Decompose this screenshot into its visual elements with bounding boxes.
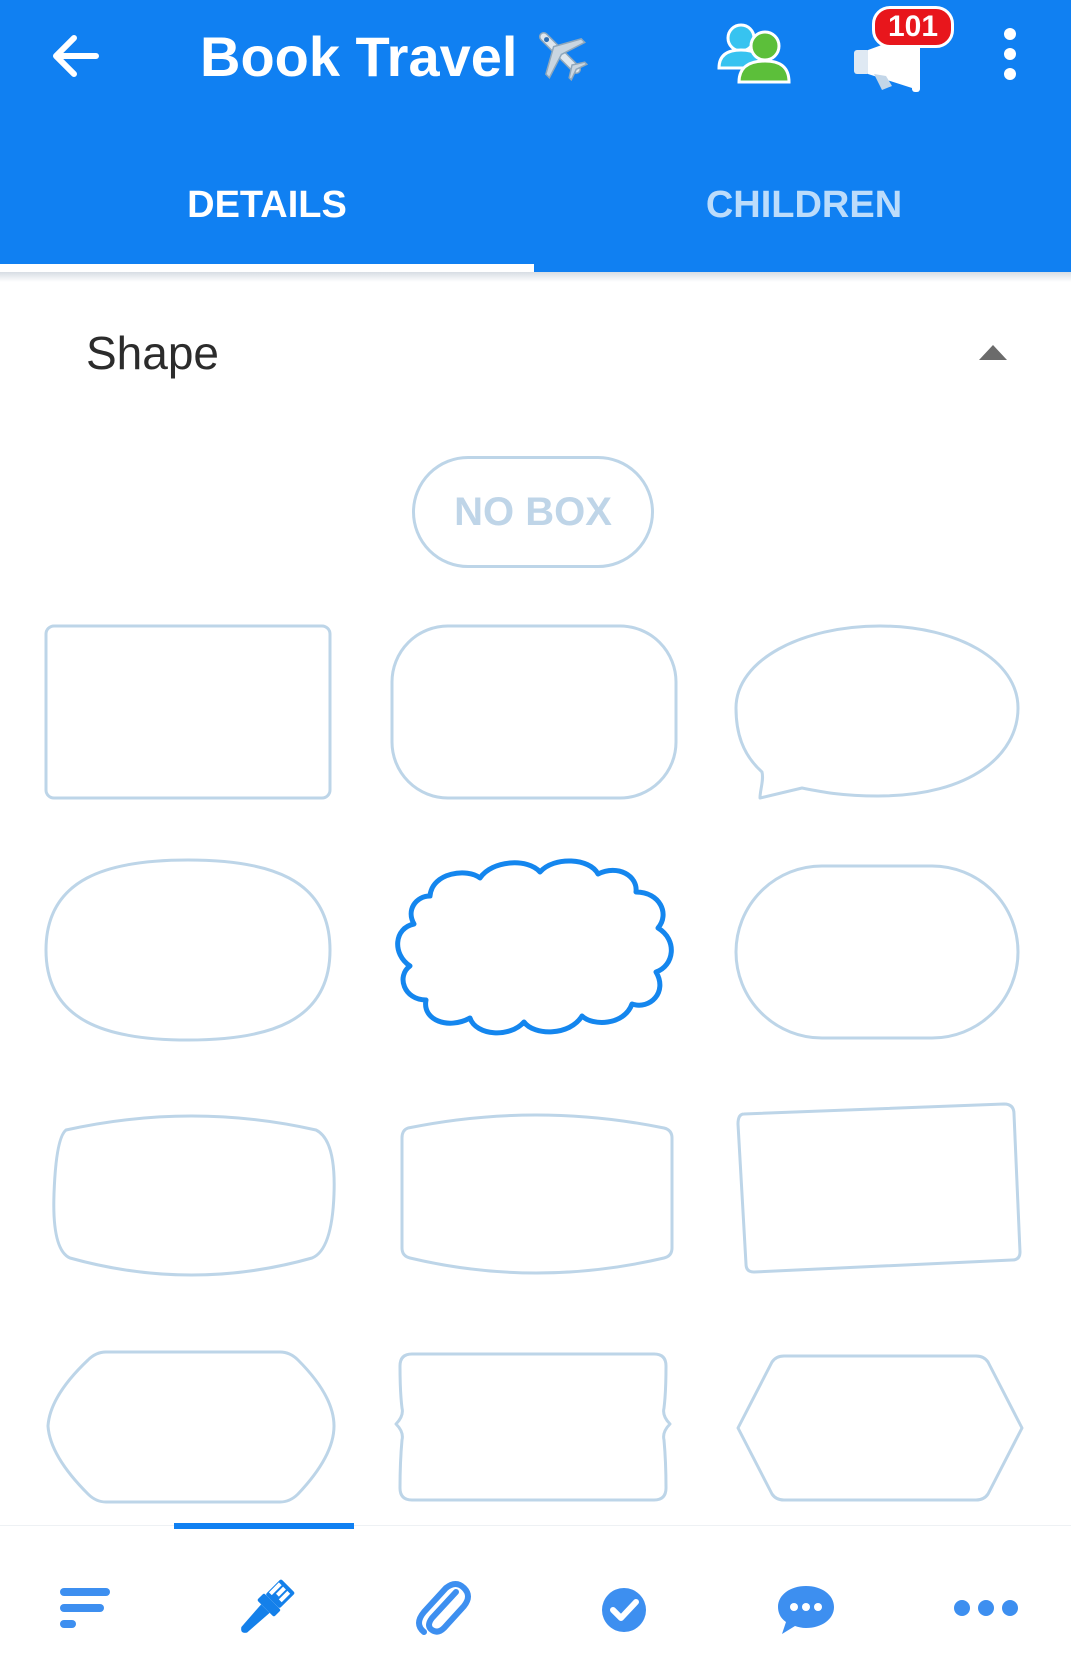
attachment-icon[interactable] <box>414 1578 474 1638</box>
app-bar-shadow <box>0 272 1071 282</box>
bottom-nav-indicator <box>174 1523 354 1529</box>
notification-badge: 101 <box>872 6 954 48</box>
shape-tilted-rectangle[interactable] <box>734 1102 1024 1280</box>
airplane-icon <box>531 24 589 82</box>
shape-pill[interactable] <box>734 864 1020 1040</box>
shape-ellipse[interactable] <box>44 858 332 1042</box>
back-arrow-icon[interactable] <box>44 24 108 88</box>
check-circle-icon[interactable] <box>594 1578 654 1638</box>
more-vert-icon[interactable] <box>990 24 1030 84</box>
notes-icon[interactable] <box>58 1578 118 1638</box>
shape-cloud-selected[interactable] <box>388 854 680 1046</box>
shape-speech-bubble[interactable] <box>732 620 1022 800</box>
page-title-text: Book Travel <box>200 25 518 88</box>
people-icon[interactable] <box>715 20 791 88</box>
shape-rounded-rectangle[interactable] <box>390 624 678 800</box>
paintbrush-icon[interactable] <box>232 1578 295 1638</box>
page-title: Book Travel <box>200 24 589 88</box>
tab-indicator <box>0 264 534 272</box>
collapse-arrow-icon[interactable] <box>976 340 1010 364</box>
tab-children[interactable]: CHILDREN <box>537 170 1071 240</box>
shape-rectangle[interactable] <box>44 624 332 800</box>
shape-octagon-rounded[interactable] <box>46 1350 336 1504</box>
tab-details[interactable]: DETAILS <box>0 170 534 240</box>
shape-hexagon[interactable] <box>734 1354 1024 1504</box>
shape-cushion[interactable] <box>400 1108 676 1280</box>
shape-barrel[interactable] <box>52 1110 336 1280</box>
shape-ticket[interactable] <box>392 1352 674 1504</box>
chat-icon[interactable] <box>774 1578 834 1638</box>
section-title: Shape <box>86 327 220 379</box>
more-horiz-icon[interactable] <box>952 1578 1022 1638</box>
no-box-option[interactable]: NO BOX <box>412 456 654 568</box>
bottom-nav <box>0 1525 1071 1668</box>
app-bar: Book Travel 101 DETAILS CHILDREN <box>0 0 1071 272</box>
